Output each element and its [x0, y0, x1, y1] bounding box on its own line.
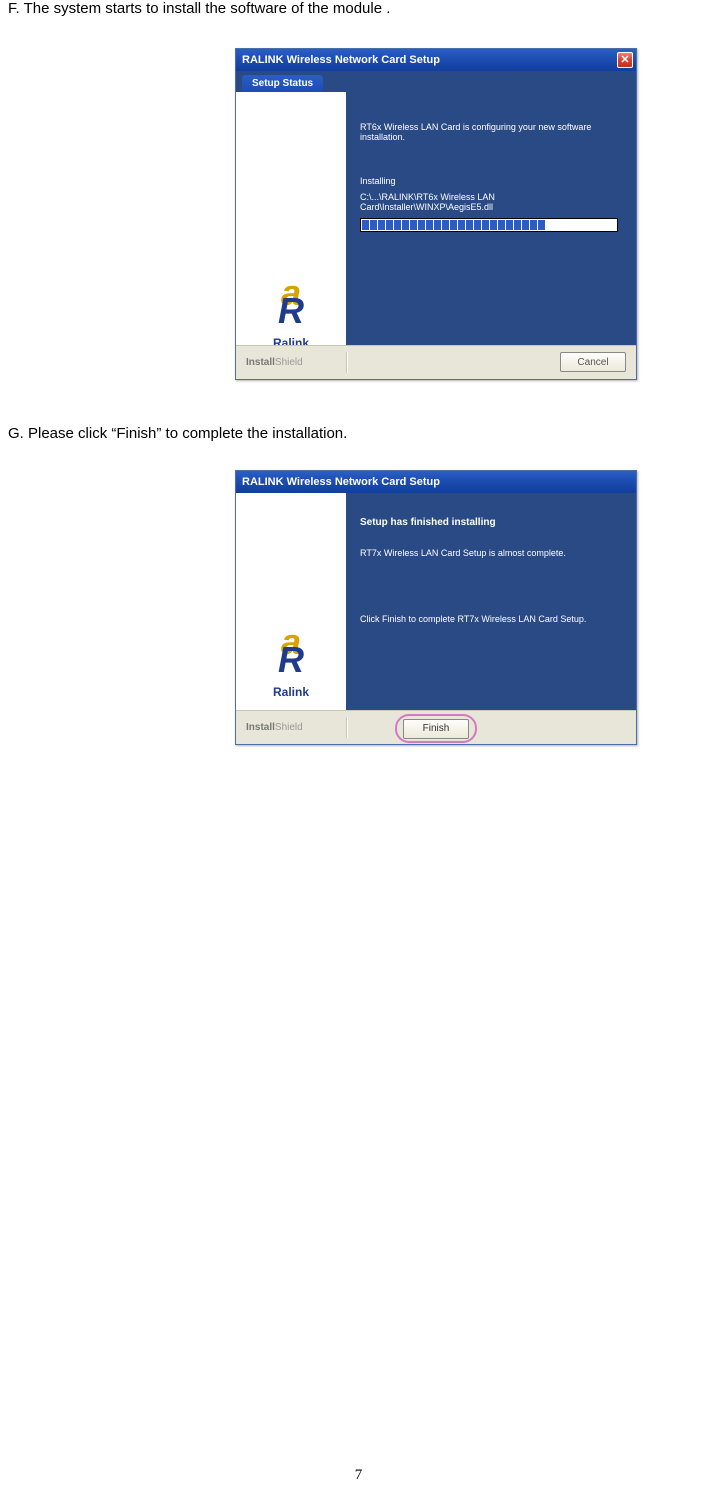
logo-panel: a R Ralink — [236, 92, 346, 362]
progress-bar — [360, 218, 618, 232]
progress-segment — [506, 220, 513, 230]
logo-text: Ralink — [273, 685, 309, 699]
progress-segment — [426, 220, 433, 230]
progress-segment — [530, 220, 537, 230]
cancel-button[interactable]: Cancel — [560, 352, 626, 372]
finish-line1: RT7x Wireless LAN Card Setup is almost c… — [360, 548, 622, 558]
titlebar[interactable]: RALINK Wireless Network Card Setup ✕ — [236, 49, 636, 71]
setup-status-tab: Setup Status — [242, 75, 323, 92]
finish-line2: Click Finish to complete RT7x Wireless L… — [360, 614, 622, 624]
content-panel: Setup has finished installing RT7x Wirel… — [346, 493, 636, 711]
instruction-g: G. Please click “Finish” to complete the… — [0, 425, 347, 442]
progress-segment — [442, 220, 449, 230]
finish-heading: Setup has finished installing — [360, 517, 622, 528]
progress-segment — [370, 220, 377, 230]
installer-dialog-progress: RALINK Wireless Network Card Setup ✕ Set… — [235, 48, 637, 380]
progress-segment — [522, 220, 529, 230]
finish-button[interactable]: Finish — [403, 719, 469, 739]
titlebar[interactable]: RALINK Wireless Network Card Setup — [236, 471, 636, 493]
progress-segment — [538, 220, 545, 230]
progress-segment — [514, 220, 521, 230]
dialog-title: RALINK Wireless Network Card Setup — [242, 54, 440, 66]
progress-segment — [482, 220, 489, 230]
ralink-logo: a R Ralink — [273, 628, 309, 699]
installing-label: Installing — [360, 176, 622, 186]
progress-segment — [394, 220, 401, 230]
installer-dialog-finish: RALINK Wireless Network Card Setup a R R… — [235, 470, 637, 745]
installshield-brand: InstallShield — [246, 722, 303, 733]
dialog-footer: InstallShield Finish — [236, 710, 636, 744]
progress-segment — [450, 220, 457, 230]
ralink-logo: a R Ralink — [273, 279, 309, 350]
progress-segment — [498, 220, 505, 230]
dialog-footer: InstallShield Cancel — [236, 345, 636, 379]
page-number: 7 — [0, 1467, 717, 1484]
progress-segment — [474, 220, 481, 230]
highlight-circle-icon: Finish — [395, 714, 477, 743]
progress-segment — [418, 220, 425, 230]
close-icon[interactable]: ✕ — [617, 52, 633, 68]
install-path: C:\...\RALINK\RT6x Wireless LAN Card\Ins… — [360, 192, 622, 212]
content-panel: RT6x Wireless LAN Card is configuring yo… — [346, 92, 636, 362]
installshield-brand: InstallShield — [246, 357, 303, 368]
finish-highlight: Finish — [395, 714, 477, 743]
dialog-body: a R Ralink RT6x Wireless LAN Card is con… — [236, 92, 636, 362]
progress-segment — [386, 220, 393, 230]
config-line: RT6x Wireless LAN Card is configuring yo… — [360, 122, 622, 142]
progress-segment — [378, 220, 385, 230]
dialog-title: RALINK Wireless Network Card Setup — [242, 476, 440, 488]
dialog-body: a R Ralink Setup has finished installing… — [236, 493, 636, 711]
instruction-f: F. The system starts to install the soft… — [0, 0, 390, 17]
progress-segment — [490, 220, 497, 230]
footer-separator — [346, 352, 348, 373]
progress-segment — [466, 220, 473, 230]
progress-segment — [434, 220, 441, 230]
logo-letter-r: R — [273, 639, 309, 681]
progress-segment — [410, 220, 417, 230]
progress-segment — [362, 220, 369, 230]
footer-separator — [346, 717, 348, 738]
progress-segment — [402, 220, 409, 230]
progress-segment — [458, 220, 465, 230]
logo-panel: a R Ralink — [236, 493, 346, 711]
logo-letter-r: R — [273, 290, 309, 332]
